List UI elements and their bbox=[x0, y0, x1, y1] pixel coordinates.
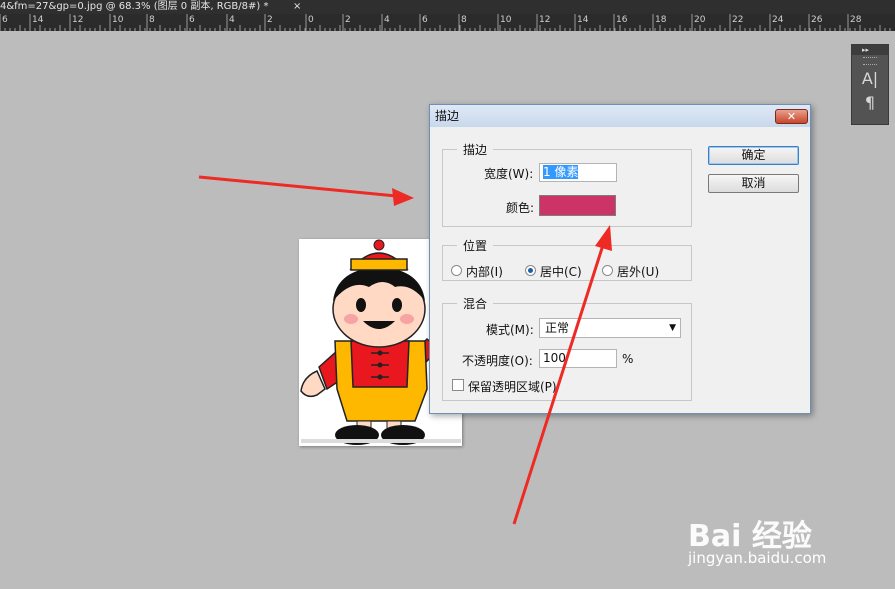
baidu-jingyan-url: jingyan.baidu.com bbox=[688, 549, 827, 567]
annotation-arrows bbox=[198, 175, 612, 525]
annotation-arrow-head-2 bbox=[595, 225, 612, 251]
annotation-arrow-head-1 bbox=[392, 188, 414, 206]
annotation-arrow-line-1 bbox=[198, 175, 397, 198]
annotation-arrow-line-2 bbox=[512, 244, 605, 525]
